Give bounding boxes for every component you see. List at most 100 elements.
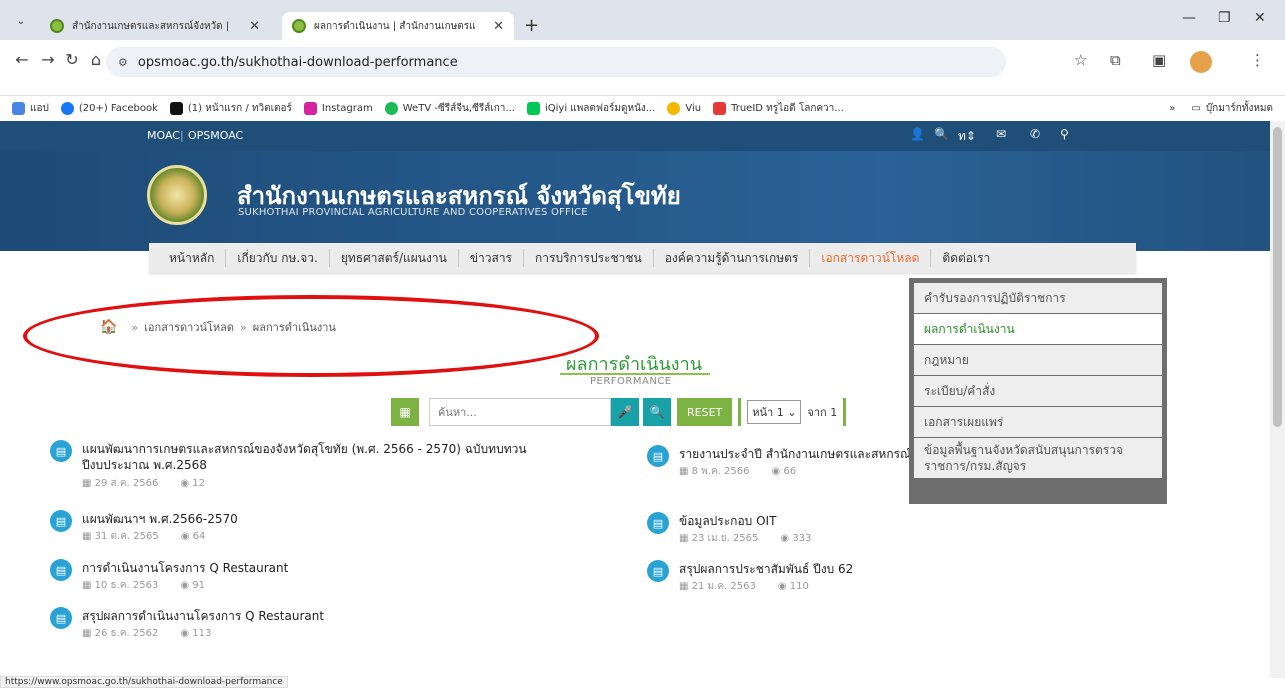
breadcrumb: 🏠 » เอกสารดาวน์โหลด » ผลการดำเนินงาน [100,318,336,336]
search-button[interactable]: 🔍 [643,398,671,426]
site-info-icon[interactable]: ⚙ [118,56,128,69]
eye-icon: ◉ [771,466,784,477]
item-meta: ▦ 31 ต.ค. 2565 ◉ 64 [82,531,206,542]
breadcrumb-downloads[interactable]: เอกสารดาวน์โหลด [144,318,234,336]
bookmark-trueid[interactable]: TrueID ทรูไอดี โลกควา... [713,101,844,116]
nav-news[interactable]: ข่าวสาร [459,249,524,267]
user-icon[interactable]: 👤 [910,127,925,141]
eye-icon: ◉ [180,580,193,591]
search-icon[interactable]: 🔍 [934,127,949,141]
item-title[interactable]: สรุปผลการประชาสัมพันธ์ ปีงบ 62 [679,561,853,577]
phone-icon[interactable]: ✆ [1030,127,1040,141]
bookmark-viu[interactable]: Viu [667,101,701,115]
bookmark-facebook[interactable]: (20+) Facebook [60,101,158,115]
language-selector[interactable]: ท⇕ [958,127,976,146]
bookmark-twitter[interactable]: (1) หน้าแรก / ทวิตเตอร์ [169,101,292,116]
menu-item-province-data[interactable]: ข้อมูลพื้นฐานจังหวัดสนับสนุนการตรวจราชกา… [914,438,1162,478]
item-meta: ▦ 29 ส.ค. 2566 ◉ 12 [82,478,205,489]
back-arrow-icon[interactable]: ← [10,50,34,69]
close-window-icon[interactable]: ✕ [1254,10,1266,26]
mail-icon[interactable]: ✉ [996,127,1006,141]
opsmoac-link[interactable]: OPSMOAC [188,129,243,142]
reset-button[interactable]: RESET [677,398,733,426]
list-item[interactable]: ▤ แผนพัฒนาการเกษตรและสหกรณ์ของจังหวัดสุโ… [50,440,610,492]
menu-item-performance[interactable]: ผลการดำเนินงาน [914,314,1162,344]
item-title[interactable]: สรุปผลการดำเนินงานโครงการ Q Restaurant [82,608,324,624]
chevron-down-icon: ⌄ [16,15,26,27]
location-pin-icon[interactable]: ⚲ [1060,127,1069,141]
menu-item-certification[interactable]: คำรับรองการปฏิบัติราชการ [914,283,1162,313]
side-panel-icon[interactable]: ▣ [1152,51,1166,69]
voice-search-button[interactable]: 🎤 [611,398,639,426]
bookmark-wetv[interactable]: WeTV -ซีรีส์จีน,ซีรีส์เกา... [384,101,515,116]
list-item[interactable]: ▤ ข้อมูลประกอบ OIT ▦ 23 เม.ย. 2565 ◉ 333 [647,512,947,548]
calendar-icon: ▦ [399,405,411,419]
url-bar[interactable]: ⚙ opsmoac.go.th/sukhothai-download-perfo… [106,47,1006,77]
extensions-icon[interactable]: ⧉ [1110,51,1121,69]
nav-contact[interactable]: ติดต่อเรา [931,249,1001,267]
bookmark-iqiyi[interactable]: iQiyi แพลตฟอร์มดูหนัง... [526,101,655,116]
restore-icon[interactable]: ❐ [1218,10,1231,26]
nav-home[interactable]: หน้าหลัก [149,249,227,267]
nav-services[interactable]: การบริการประชาชน [524,249,654,267]
scrollbar-thumb[interactable] [1273,127,1282,427]
menu-item-publications[interactable]: เอกสารเผยแพร่ [914,407,1162,437]
item-meta: ▦ 21 ม.ค. 2563 ◉ 110 [679,581,809,592]
apps-grid-icon [12,101,25,115]
calendar-icon: ▦ [82,628,95,639]
menu-item-regulations[interactable]: ระเบียบ/คำสั่ง [914,376,1162,406]
close-icon[interactable]: ✕ [249,19,260,34]
page-scrollbar[interactable] [1270,121,1285,678]
list-item[interactable]: ▤ รายงานประจำปี สำนักงานเกษตรและสหกรณ์จั… [647,445,947,481]
minimize-icon[interactable]: — [1182,10,1196,26]
page-select[interactable]: หน้า 1 ⌄ [747,400,802,424]
top-utility-bar: MOAC | OPSMOAC 👤 🔍 ท⇕ ✉ ✆ ⚲ [0,121,1270,151]
close-icon[interactable]: ✕ [493,19,504,34]
chevron-right-icon[interactable]: » [1169,103,1175,114]
menu-item-law[interactable]: กฎหมาย [914,345,1162,375]
tab-search-button[interactable]: ⌄ [10,10,32,32]
bookmark-apps[interactable]: แอป [12,101,49,116]
reload-icon[interactable]: ↻ [60,50,84,69]
calendar-icon: ▦ [82,478,95,489]
bookmark-instagram[interactable]: Instagram [303,101,373,115]
document-icon: ▤ [50,607,72,629]
search-input[interactable] [429,398,611,426]
new-tab-button[interactable]: + [524,15,539,36]
item-title[interactable]: ข้อมูลประกอบ OIT [679,513,776,529]
list-item[interactable]: ▤ สรุปผลการประชาสัมพันธ์ ปีงบ 62 ▦ 21 ม.… [647,560,947,596]
nav-about[interactable]: เกี่ยวกับ กษ.จว. [226,249,330,267]
all-bookmarks[interactable]: » ▭ บุ๊กมาร์กทั้งหมด [1169,101,1273,116]
more-menu-icon[interactable]: ⋮ [1250,51,1265,69]
eye-icon: ◉ [180,531,193,542]
forward-arrow-icon[interactable]: → [36,50,60,69]
url-text: opsmoac.go.th/sukhothai-download-perform… [137,54,458,70]
calendar-icon: ▦ [679,581,692,592]
nav-knowledge[interactable]: องค์ความรู้ด้านการเกษตร [654,249,811,267]
site-favicon-icon [292,19,306,33]
downloads-dropdown-menu: คำรับรองการปฏิบัติราชการ ผลการดำเนินงาน … [909,278,1167,504]
list-item[interactable]: ▤ สรุปผลการดำเนินงานโครงการ Q Restaurant… [50,607,610,643]
home-icon[interactable]: ⌂ [84,50,108,69]
list-item[interactable]: ▤ การดำเนินงานโครงการ Q Restaurant ▦ 10 … [50,559,610,595]
item-title[interactable]: การดำเนินงานโครงการ Q Restaurant [82,560,288,576]
home-icon[interactable]: 🏠 [100,319,117,335]
browser-tab-2-active[interactable]: ผลการดำเนินงาน | สำนักงานเกษตรแ ✕ [282,12,514,40]
moac-link[interactable]: MOAC [147,129,180,142]
document-icon: ▤ [50,510,72,532]
item-title[interactable]: รายงานประจำปี สำนักงานเกษตรและสหกรณ์จังห… [679,446,947,462]
calendar-icon: ▦ [82,531,95,542]
filter-bar: ▦ 🎤 🔍 RESET หน้า 1 ⌄ จาก 1 [391,398,847,426]
calendar-icon: ▦ [679,533,692,544]
calendar-button[interactable]: ▦ [391,398,419,426]
browser-tab-bar: ⌄ สำนักงานเกษตรและสหกรณ์จังหวัด | ✕ ผลกา… [0,0,1285,40]
nav-downloads[interactable]: เอกสารดาวน์โหลด [810,249,932,267]
office-logo[interactable] [147,165,207,225]
item-title[interactable]: แผนพัฒนาการเกษตรและสหกรณ์ของจังหวัดสุโขท… [82,441,527,473]
list-item[interactable]: ▤ แผนพัฒนาฯ พ.ศ.2566-2570 ▦ 31 ต.ค. 2565… [50,510,610,546]
item-title[interactable]: แผนพัฒนาฯ พ.ศ.2566-2570 [82,511,238,527]
nav-strategy[interactable]: ยุทธศาสตร์/แผนงาน [330,249,459,267]
bookmark-star-icon[interactable]: ☆ [1074,51,1087,69]
profile-avatar[interactable] [1190,51,1212,73]
browser-tab-1[interactable]: สำนักงานเกษตรและสหกรณ์จังหวัด | ✕ [40,12,270,40]
